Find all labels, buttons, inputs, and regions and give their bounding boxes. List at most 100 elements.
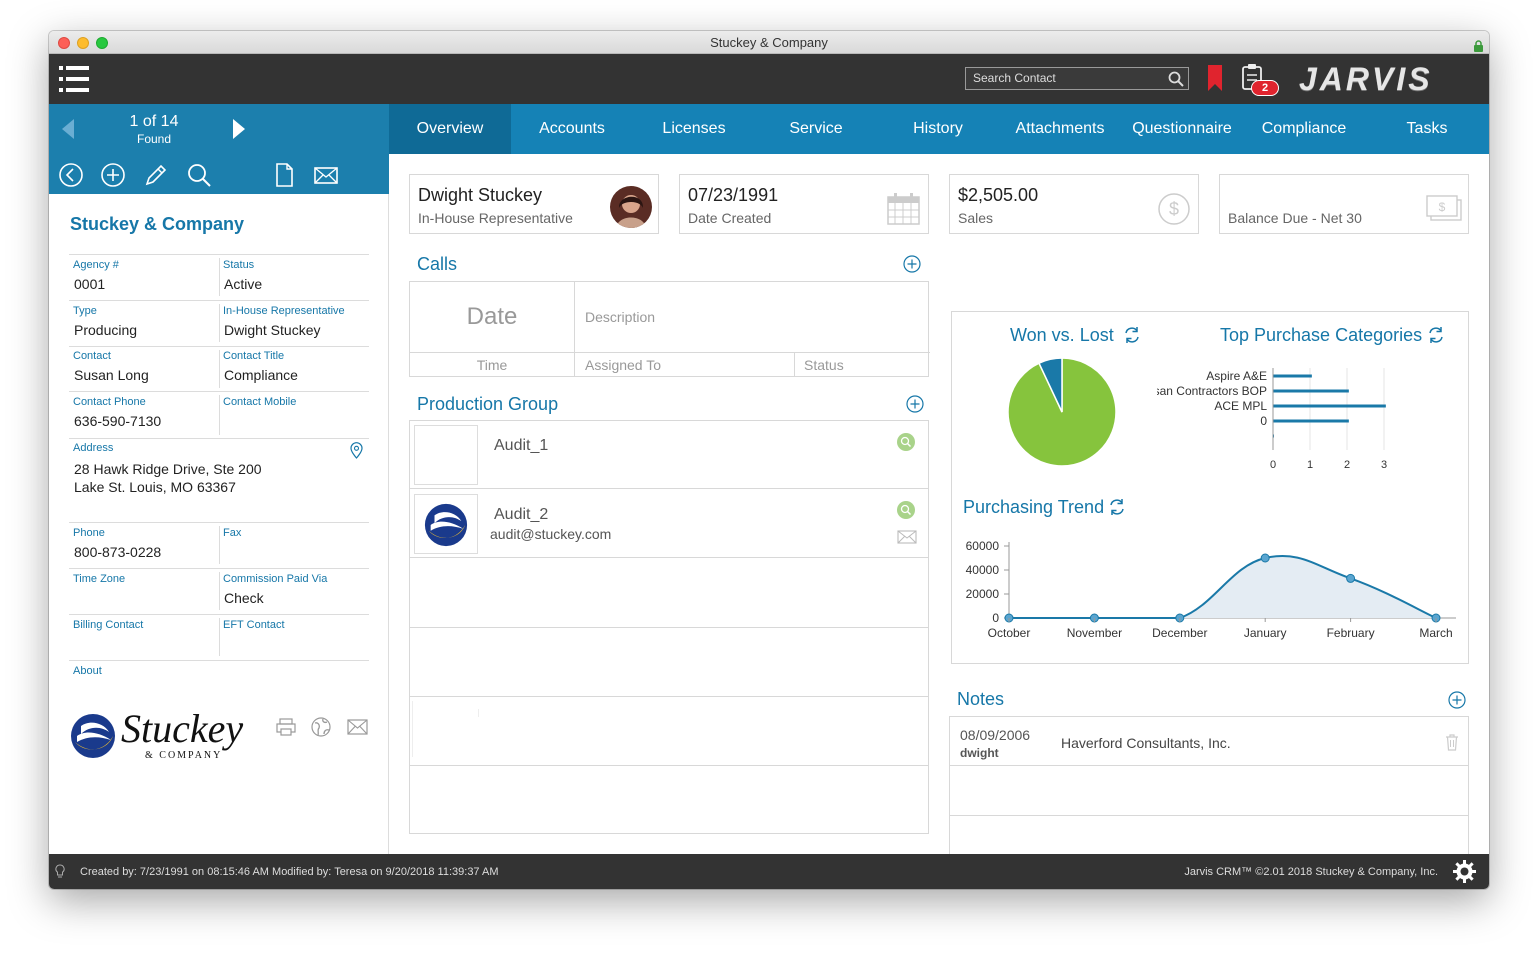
add-note-icon[interactable] (1448, 691, 1466, 709)
close-window-button[interactable] (58, 37, 70, 49)
commission-field[interactable]: Commission Paid Via Check (219, 570, 369, 614)
tab-compliance[interactable]: Compliance (1243, 104, 1365, 154)
next-record-icon[interactable] (233, 119, 245, 139)
add-production-icon[interactable] (906, 395, 924, 413)
svg-text:$: $ (1439, 200, 1446, 214)
sales-label: Sales (958, 210, 994, 226)
tasks-icon[interactable]: 2 (1241, 63, 1281, 97)
note-text: Haverford Consultants, Inc. (1061, 735, 1231, 751)
contact-field[interactable]: Contact Susan Long (69, 347, 219, 391)
bookmark-icon[interactable] (1208, 65, 1222, 91)
document-icon[interactable] (271, 162, 297, 188)
date-created-card[interactable]: 07/23/1991 Date Created (679, 174, 929, 234)
lightbulb-icon[interactable] (55, 864, 65, 879)
tick-label: 20000 (966, 587, 1000, 601)
sidebar-email-icon[interactable] (347, 719, 368, 735)
list-item[interactable]: Audit_1 (410, 421, 928, 489)
calls-description-col: Description (585, 309, 656, 325)
logo-subtext: & COMPANY (145, 750, 223, 761)
charts-panel: Won vs. Lost Top Purchase Categories 0 1 2… (951, 311, 1469, 664)
calls-table[interactable]: Date Description Time Assigned To Status (409, 281, 930, 377)
globe-icon[interactable] (311, 717, 331, 737)
production-email-icon[interactable] (897, 530, 917, 544)
production-group-list: Audit_1 Audit_2 audit@stuckey.com (409, 420, 929, 834)
record-audit-text: Created by: 7/23/1991 on 08:15:46 AM Mod… (80, 866, 499, 878)
balance-due-card[interactable]: Balance Due - Net 30 $ (1219, 174, 1469, 234)
production-search-icon[interactable] (897, 433, 915, 451)
month-label: January (1244, 626, 1287, 640)
calls-status-col: Status (804, 357, 844, 373)
type-field[interactable]: Type Producing (69, 302, 219, 346)
production-group-title: Production Group (417, 394, 559, 414)
inhouse-rep-field[interactable]: In-House Representative Dwight Stuckey (219, 302, 369, 346)
list-item[interactable]: Audit_2 audit@stuckey.com (410, 490, 928, 558)
tab-overview[interactable]: Overview (389, 104, 511, 154)
email-icon[interactable] (313, 162, 339, 188)
tab-tasks[interactable]: Tasks (1365, 104, 1489, 154)
list-item[interactable]: 08/09/2006 dwight Haverford Consultants,… (950, 717, 1468, 766)
record-navigator: 1 of 14 Found (49, 104, 389, 154)
note-date: 08/09/2006 (960, 727, 1031, 743)
title-bar: Stuckey & Company (49, 31, 1489, 54)
search-contact-input[interactable]: Search Contact (965, 67, 1189, 90)
zoom-window-button[interactable] (96, 37, 108, 49)
company-logo: Stuckey & COMPANY (69, 706, 259, 766)
stuckey-logo-mark-icon (71, 714, 115, 758)
tab-questionnaire[interactable]: Questionnaire (1121, 104, 1243, 154)
phone-field[interactable]: Phone 800-873-0228 (69, 524, 219, 568)
month-label: February (1327, 626, 1375, 640)
bar (1273, 404, 1386, 408)
map-pin-icon[interactable] (350, 442, 363, 459)
fax-field[interactable]: Fax (219, 524, 369, 568)
delete-note-icon[interactable] (1445, 733, 1459, 751)
time-zone-field[interactable]: Time Zone (69, 570, 219, 614)
stuckey-logo-mark-icon (424, 503, 468, 547)
sales-card[interactable]: $2,505.00 Sales $ (949, 174, 1199, 234)
notes-list: 08/09/2006 dwight Haverford Consultants,… (949, 716, 1469, 864)
tab-service[interactable]: Service (755, 104, 877, 154)
status-field[interactable]: Status Active (219, 256, 369, 300)
find-icon[interactable] (186, 162, 212, 188)
month-label: October (988, 626, 1031, 640)
back-icon[interactable] (58, 162, 84, 188)
settings-gear-icon[interactable] (1452, 859, 1477, 884)
agency-field[interactable]: Agency #0001 (69, 256, 219, 300)
eft-contact-field[interactable]: EFT Contact (219, 616, 369, 660)
print-icon[interactable] (276, 718, 296, 736)
add-record-icon[interactable] (100, 162, 126, 188)
previous-record-icon[interactable] (62, 119, 74, 139)
contact-phone-field[interactable]: Contact Phone 636-590-7130 (69, 393, 219, 437)
refresh-won-lost-icon[interactable] (1123, 326, 1141, 344)
balance-due-label: Balance Due - Net 30 (1228, 210, 1362, 226)
won-lost-title: Won vs. Lost (1010, 325, 1114, 345)
category-label: ACE MPL (1214, 399, 1267, 413)
contact-title-field[interactable]: Contact Title Compliance (219, 347, 369, 391)
minimize-window-button[interactable] (77, 37, 89, 49)
contact-mobile-field[interactable]: Contact Mobile (219, 393, 369, 437)
cash-icon: $ (1426, 195, 1462, 221)
tab-history[interactable]: History (877, 104, 999, 154)
note-user: dwight (960, 746, 999, 760)
tick-label: 0 (992, 611, 999, 625)
tick-label: 60000 (966, 539, 1000, 553)
calls-date-col: Date (410, 282, 575, 352)
tab-licenses[interactable]: Licenses (633, 104, 755, 154)
production-search-icon[interactable] (897, 501, 915, 519)
rep-card[interactable]: Dwight Stuckey In-House Representative (409, 174, 659, 234)
billing-contact-field[interactable]: Billing Contact (69, 616, 219, 660)
company-name: Stuckey & Company (70, 214, 245, 234)
tick-label: 3 (1381, 459, 1387, 471)
refresh-top-categories-icon[interactable] (1427, 326, 1445, 344)
top-categories-title: Top Purchase Categories (1220, 325, 1423, 345)
menu-icon[interactable] (59, 66, 89, 92)
month-label: November (1067, 626, 1122, 640)
tab-attachments[interactable]: Attachments (999, 104, 1121, 154)
add-call-icon[interactable] (903, 255, 921, 273)
edit-pencil-icon[interactable] (143, 162, 169, 188)
refresh-trend-icon[interactable] (1108, 498, 1126, 516)
about-field[interactable]: About (69, 662, 369, 702)
date-created-value: 07/23/1991 (688, 185, 779, 205)
tab-accounts[interactable]: Accounts (511, 104, 633, 154)
search-icon[interactable] (1168, 71, 1184, 87)
address-field[interactable]: Address 28 Hawk Ridge Drive, Ste 200 Lak… (69, 439, 369, 519)
